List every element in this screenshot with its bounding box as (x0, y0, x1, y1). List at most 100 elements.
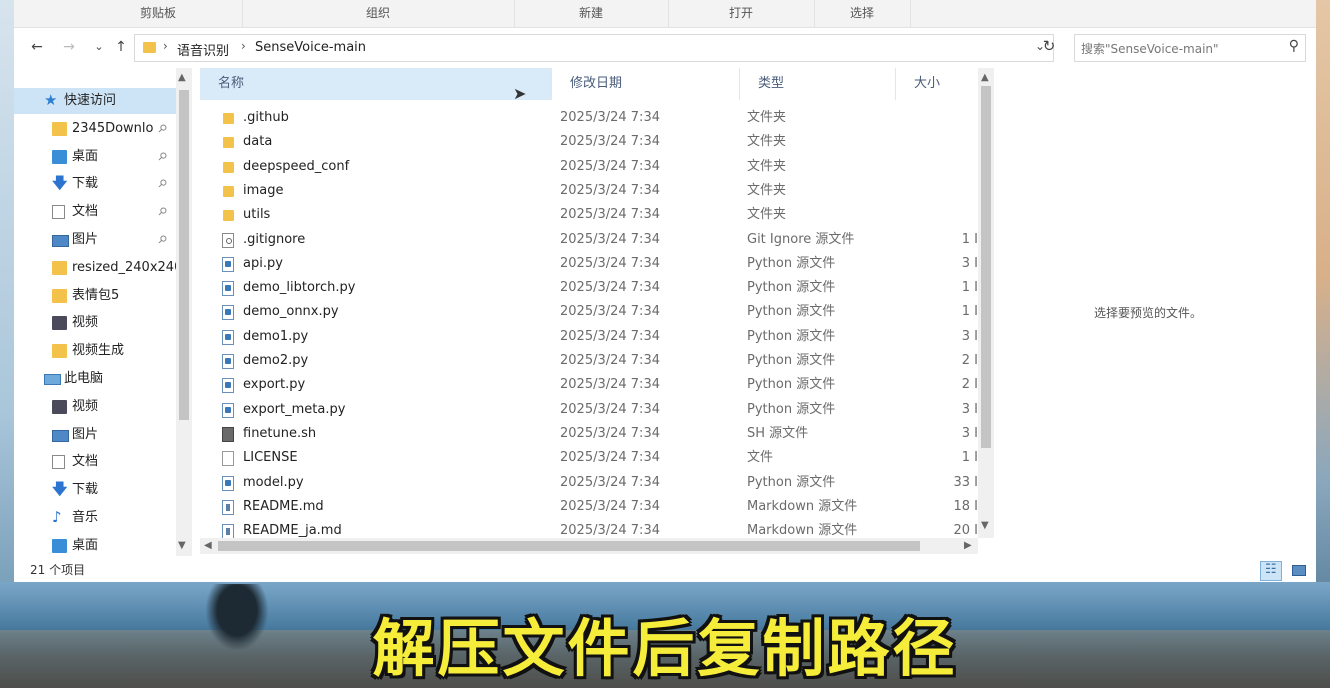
video-icon (52, 316, 67, 331)
file-type: 文件夹 (747, 158, 787, 174)
column-header-name[interactable]: 名称 ^ ➤ (200, 68, 552, 103)
file-name: api.py (243, 255, 283, 271)
horizontal-scroll-thumb[interactable] (218, 541, 920, 551)
file-row[interactable]: api.py 2025/3/24 7:34 Python 源文件 3 I (200, 252, 980, 276)
file-size: 1 I (961, 280, 978, 296)
file-name: image (243, 182, 284, 198)
file-type: Python 源文件 (747, 255, 836, 271)
up-button[interactable]: ↑ (110, 36, 132, 58)
file-row[interactable]: utils 2025/3/24 7:34 文件夹 (200, 203, 980, 227)
star-icon: ★ (44, 91, 58, 109)
file-row[interactable]: data 2025/3/24 7:34 文件夹 (200, 130, 980, 154)
breadcrumb-segment[interactable]: SenseVoice-main (255, 40, 366, 55)
sidebar-item[interactable]: 视频 (14, 394, 176, 420)
item-count: 21 个项目 (30, 563, 86, 577)
file-size: 1 I (961, 304, 978, 320)
ribbon-group-new[interactable]: 新建 (514, 0, 669, 27)
sidebar-scroll-thumb[interactable] (179, 90, 189, 420)
column-header-date[interactable]: 修改日期 (552, 68, 740, 100)
py-file-icon (222, 256, 234, 272)
column-header-type[interactable]: 类型 (740, 68, 896, 100)
scroll-up-arrow[interactable]: ▲ (178, 72, 186, 83)
details-view-button[interactable] (1260, 561, 1282, 581)
forward-button[interactable]: → (58, 36, 80, 58)
sidebar-item[interactable]: 视频 (14, 310, 176, 336)
scroll-down-arrow[interactable]: ▼ (178, 540, 186, 551)
scroll-down-arrow[interactable]: ▼ (981, 520, 989, 531)
ribbon-group-clipboard[interactable]: 剪贴板 (74, 0, 243, 27)
sidebar-scrollbar[interactable]: ▲ ▼ (176, 68, 192, 556)
file-date: 2025/3/24 7:34 (560, 134, 660, 150)
file-row[interactable]: demo2.py 2025/3/24 7:34 Python 源文件 2 I (200, 349, 980, 373)
sidebar-item[interactable]: ♪ 音乐 (14, 505, 176, 531)
sidebar-item[interactable]: 文档 ⚲ (14, 199, 176, 225)
sidebar-item[interactable]: 桌面 ⚲ (14, 144, 176, 170)
file-size: 3 I (961, 255, 978, 271)
file-date: 2025/3/24 7:34 (560, 304, 660, 320)
document-icon (52, 455, 65, 470)
chevron-right-icon[interactable]: › (163, 39, 168, 53)
vertical-scroll-thumb[interactable] (981, 86, 991, 448)
sidebar-item[interactable]: 图片 ⚲ (14, 227, 176, 253)
file-list-vertical-scrollbar[interactable]: ▲ ▼ (978, 68, 994, 538)
sidebar-item[interactable]: 桌面 (14, 533, 176, 556)
address-bar[interactable]: › 语音识别 › SenseVoice-main ⌄ (134, 34, 1054, 62)
scroll-left-arrow[interactable]: ◀ (204, 540, 212, 551)
sidebar-item-label: 视频 (72, 398, 99, 414)
file-row[interactable]: model.py 2025/3/24 7:34 Python 源文件 33 I (200, 471, 980, 495)
file-type: Python 源文件 (747, 280, 836, 296)
ribbon-group-organize[interactable]: 组织 (242, 0, 515, 27)
sidebar-item[interactable]: 视频生成 (14, 338, 176, 364)
file-type: Python 源文件 (747, 474, 836, 490)
file-list-horizontal-scrollbar[interactable]: ◀ ▶ (200, 538, 978, 554)
file-name: .gitignore (243, 231, 306, 247)
file-row[interactable]: demo_onnx.py 2025/3/24 7:34 Python 源文件 1 I (200, 300, 980, 324)
sidebar-item[interactable]: 此电脑 (14, 366, 176, 392)
file-name: demo1.py (243, 328, 309, 344)
sidebar-item[interactable]: 图片 (14, 422, 176, 448)
sidebar-item[interactable]: 🡇 下载 (14, 477, 176, 503)
file-date: 2025/3/24 7:34 (560, 207, 660, 223)
file-name: export.py (243, 377, 306, 393)
file-row[interactable]: .gitignore 2025/3/24 7:34 Git Ignore 源文件 1 … (200, 228, 980, 252)
scroll-right-arrow[interactable]: ▶ (964, 540, 972, 551)
ribbon-group-select[interactable]: 选择 (814, 0, 911, 27)
file-row[interactable]: export_meta.py 2025/3/24 7:34 Python 源文件 3 … (200, 398, 980, 422)
file-row[interactable]: demo_libtorch.py 2025/3/24 7:34 Python 源文件… (200, 276, 980, 300)
file-row[interactable]: image 2025/3/24 7:34 文件夹 (200, 179, 980, 203)
file-row[interactable]: .github 2025/3/24 7:34 文件夹 (200, 106, 980, 130)
file-date: 2025/3/24 7:34 (560, 110, 660, 125)
folder-icon (52, 121, 67, 136)
file-date: 2025/3/24 7:34 (560, 474, 660, 490)
file-date: 2025/3/24 7:34 (560, 280, 660, 296)
file-size: 2 I (961, 377, 978, 393)
chevron-right-icon[interactable]: › (241, 39, 246, 53)
file-row[interactable]: deepspeed_conf 2025/3/24 7:34 文件夹 (200, 155, 980, 179)
sidebar-item[interactable]: ★ 快速访问 (14, 88, 176, 114)
back-button[interactable]: ← (26, 36, 48, 58)
sidebar-item[interactable]: resized_240x240 (14, 255, 176, 281)
md-file-icon (222, 524, 234, 540)
breadcrumb-segment[interactable]: 语音识别 (177, 40, 229, 59)
file-name: export_meta.py (243, 401, 346, 417)
file-row[interactable]: finetune.sh 2025/3/24 7:34 SH 源文件 3 I (200, 422, 980, 446)
search-icon[interactable]: ⚲ (1289, 38, 1299, 54)
search-input[interactable]: 搜索"SenseVoice-main" ⚲ (1074, 34, 1306, 62)
column-header-size[interactable]: 大小 (896, 68, 980, 100)
sidebar-item[interactable]: 2345Downlo ⚲ (14, 116, 176, 142)
file-name: data (243, 134, 273, 150)
recent-locations-button[interactable]: ⌄ (88, 36, 110, 58)
file-row[interactable]: export.py 2025/3/24 7:34 Python 源文件 2 I (200, 373, 980, 397)
file-row[interactable]: README.md 2025/3/24 7:34 Markdown 源文件 18 I (200, 495, 980, 519)
file-name: LICENSE (243, 450, 298, 466)
sidebar-item-label: 桌面 (72, 148, 99, 164)
large-icons-view-button[interactable] (1288, 561, 1308, 579)
sidebar-item[interactable]: 🡇 下载 ⚲ (14, 171, 176, 197)
sidebar-item[interactable]: 表情包5 (14, 283, 176, 309)
file-row[interactable]: demo1.py 2025/3/24 7:34 Python 源文件 3 I (200, 325, 980, 349)
scroll-up-arrow[interactable]: ▲ (981, 72, 989, 83)
sidebar-item[interactable]: 文档 (14, 449, 176, 475)
file-row[interactable]: LICENSE 2025/3/24 7:34 文件 1 I (200, 446, 980, 470)
ribbon-group-open[interactable]: 打开 (668, 0, 815, 27)
refresh-button[interactable]: ↻ (1038, 37, 1060, 59)
